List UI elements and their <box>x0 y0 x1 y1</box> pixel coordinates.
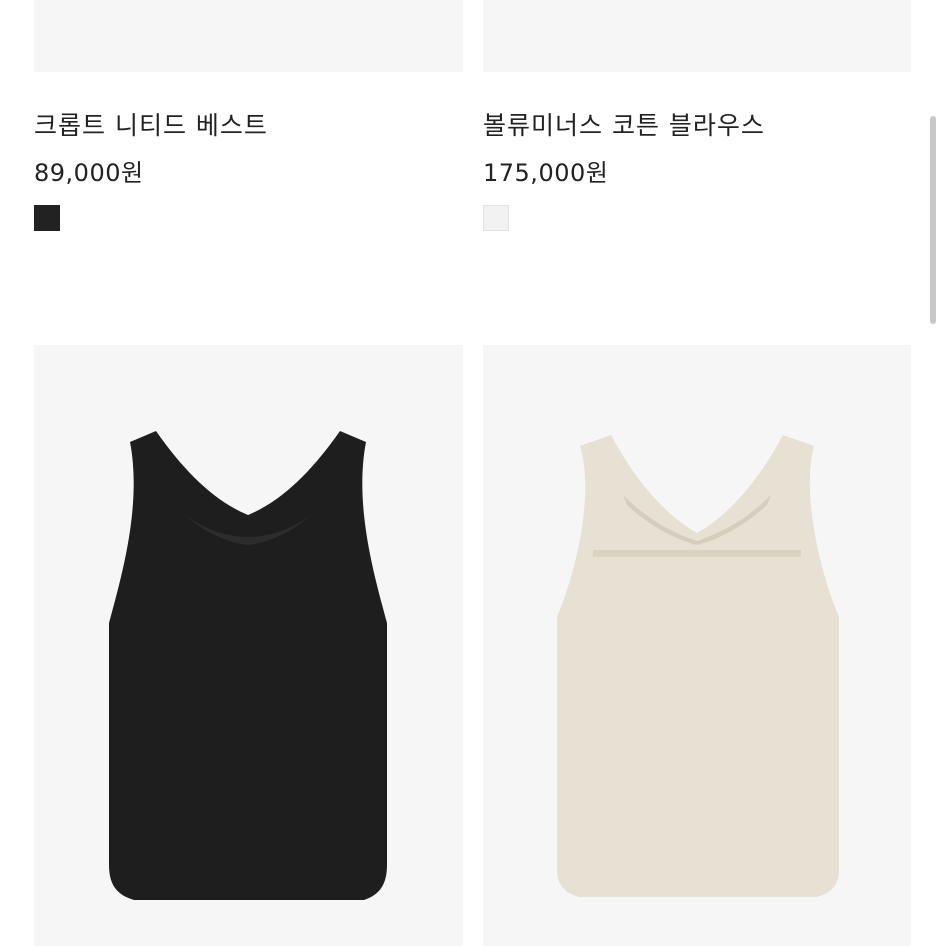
product-price: 89,000원 <box>34 159 144 187</box>
product-title[interactable]: 볼류미너스 코튼 블라우스 <box>483 106 765 142</box>
product-image-cropped-knitted-vest[interactable] <box>34 0 463 72</box>
product-image-voluminous-cotton-blouse[interactable] <box>483 0 911 72</box>
product-image-beige-vest[interactable] <box>483 345 911 946</box>
black-vest-illustration <box>109 431 387 900</box>
beige-vest-illustration <box>557 435 839 897</box>
product-title[interactable]: 크롭트 니티드 베스트 <box>34 106 268 142</box>
product-price: 175,000원 <box>483 159 609 187</box>
color-swatch-black[interactable] <box>34 205 60 231</box>
vest-seam <box>593 550 801 557</box>
color-swatch-white[interactable] <box>483 205 509 231</box>
vest-body <box>109 431 387 900</box>
vest-body <box>557 435 839 897</box>
product-image-black-vest[interactable] <box>34 345 463 946</box>
scrollbar[interactable] <box>930 116 936 324</box>
product-grid-page: 크롭트 니티드 베스트 89,000원 볼류미너스 코튼 블라우스 175,00… <box>0 0 946 946</box>
